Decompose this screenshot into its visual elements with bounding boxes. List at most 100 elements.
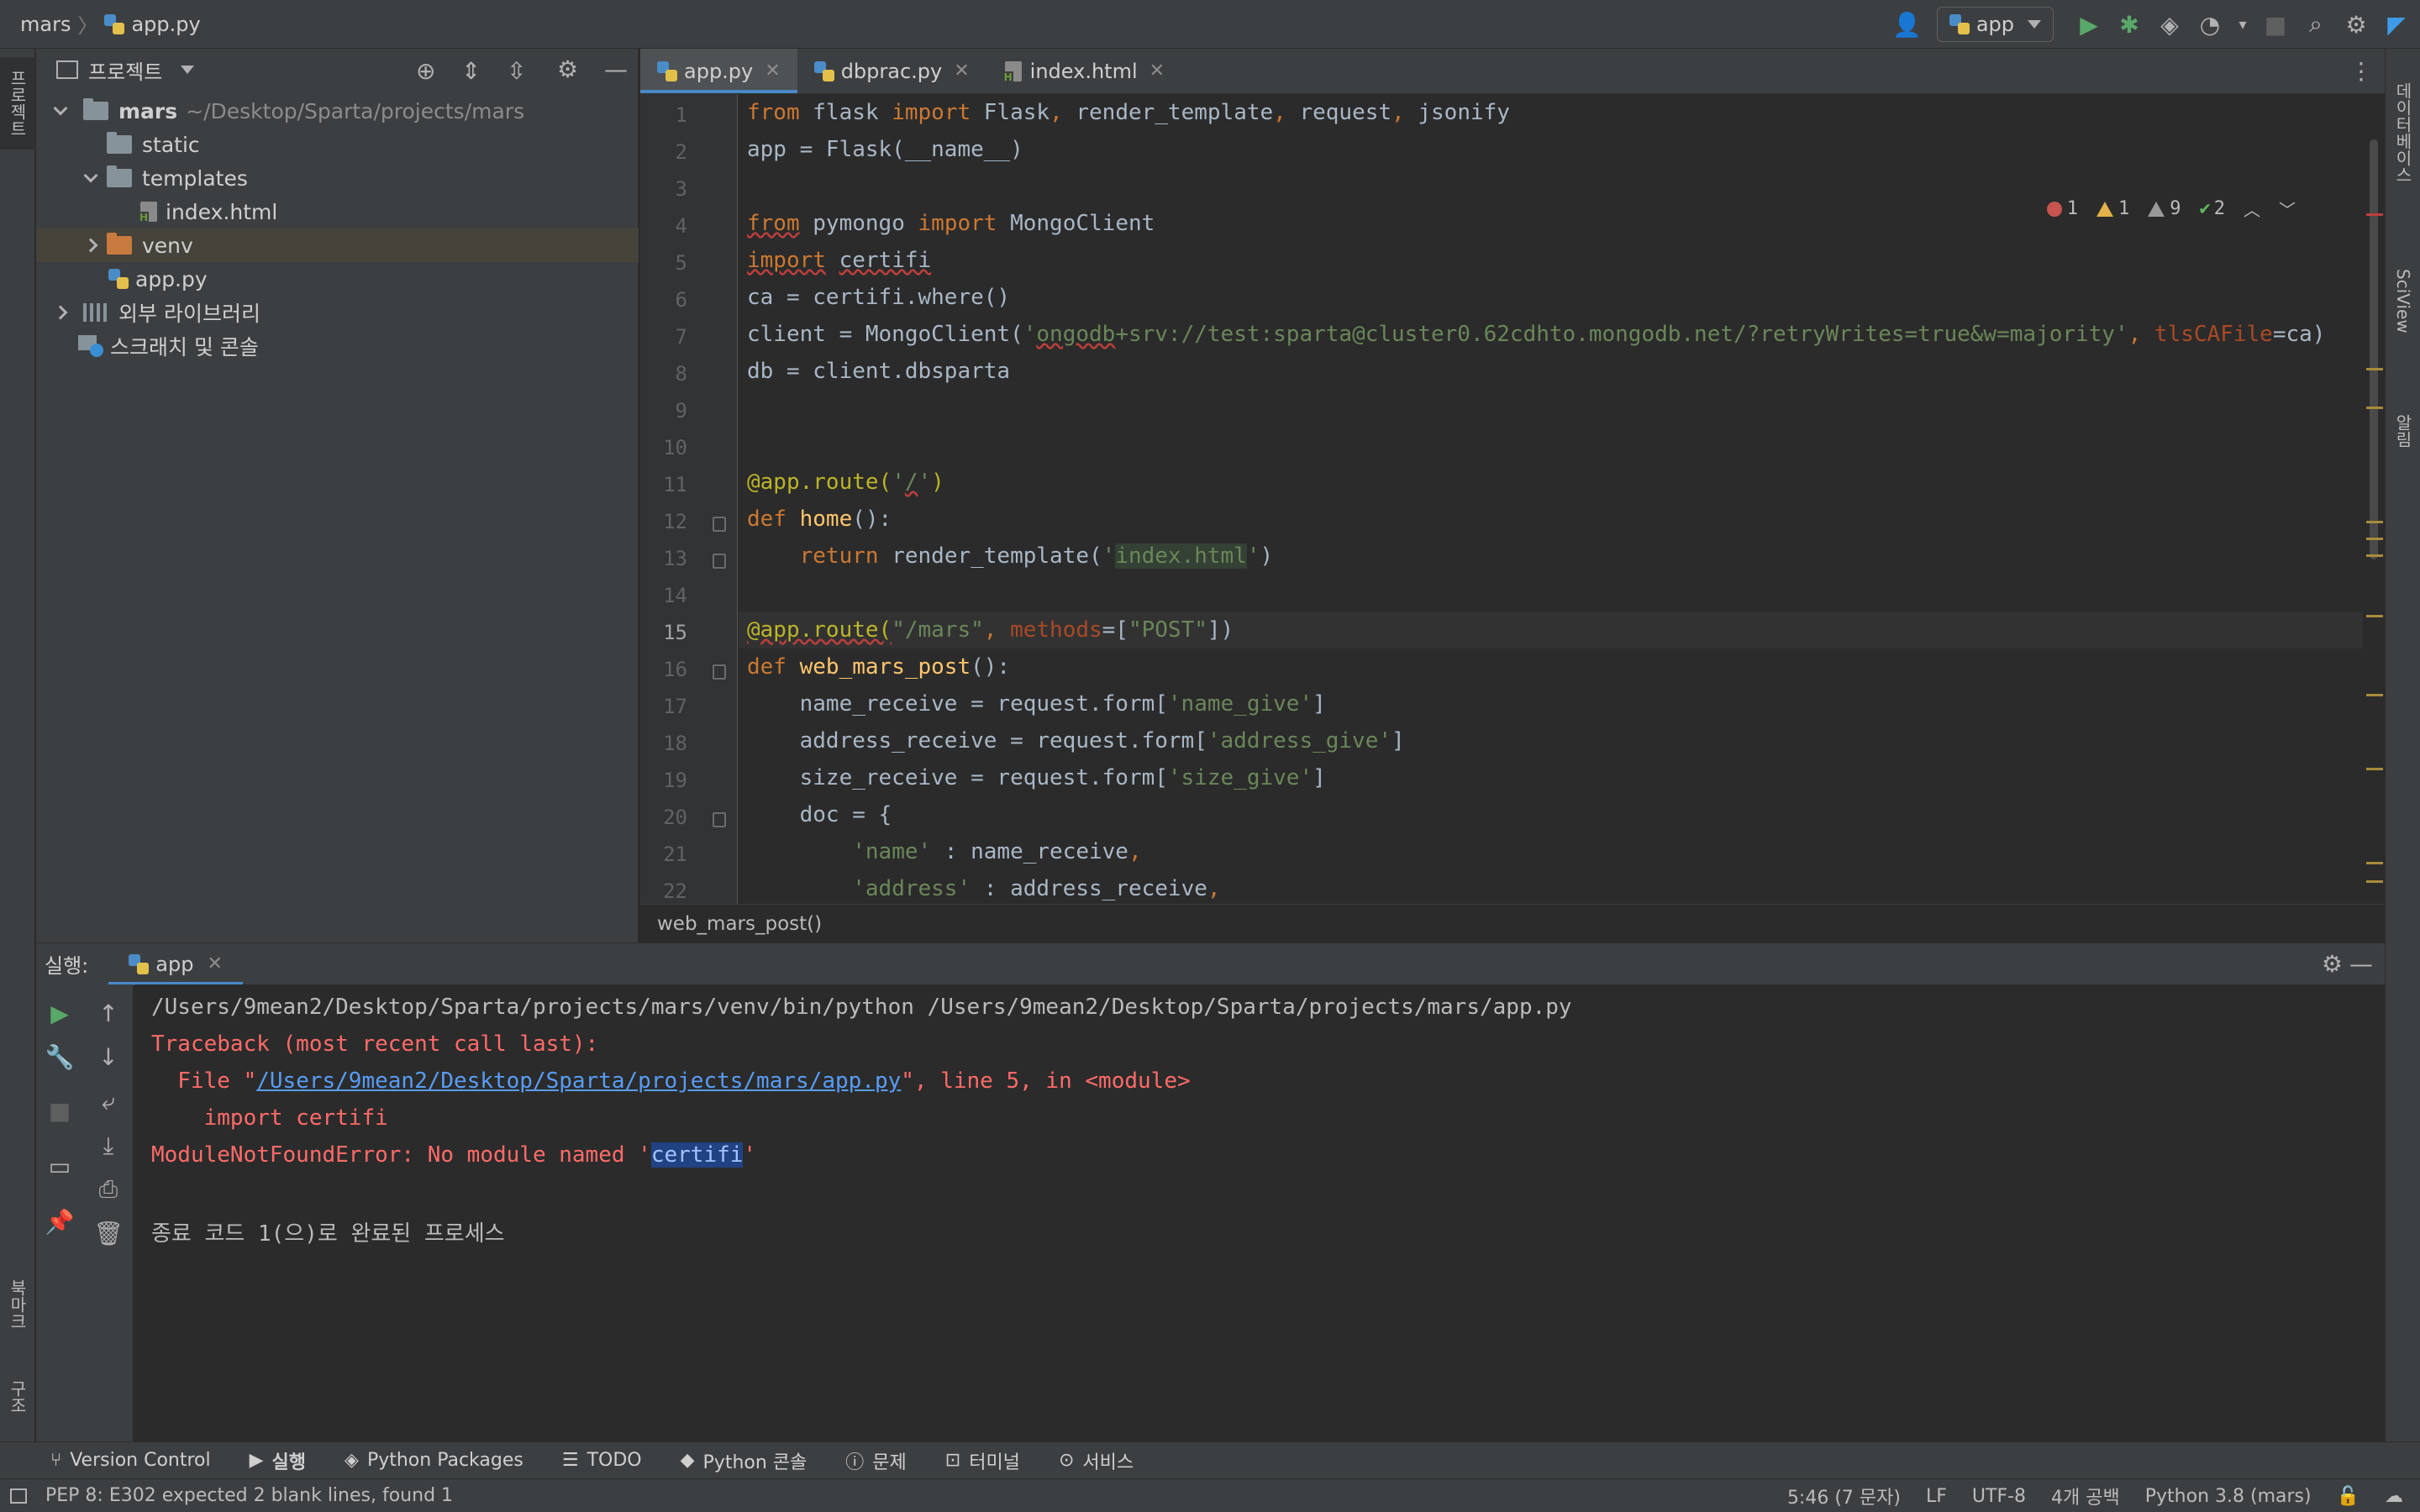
- wrench-icon[interactable]: 🔧: [43, 1040, 76, 1074]
- coverage-icon[interactable]: ◈: [2149, 4, 2190, 45]
- lock-icon[interactable]: 🔓: [2337, 1486, 2360, 1507]
- fold-marker-icon[interactable]: [713, 664, 726, 680]
- run-console[interactable]: /Users/9mean2/Desktop/Sparta/projects/ma…: [134, 984, 2385, 1441]
- hide-panel-icon[interactable]: —: [2349, 950, 2373, 978]
- profile-icon[interactable]: ◔: [2190, 4, 2230, 45]
- print-icon[interactable]: ⎙: [92, 1173, 125, 1206]
- breadcrumb-function[interactable]: web_mars_post(): [657, 913, 822, 935]
- warning-mark[interactable]: [2366, 615, 2383, 617]
- chevron-down-icon[interactable]: [181, 66, 195, 74]
- tool-todo[interactable]: ☰ TODO: [562, 1450, 642, 1471]
- fold-marker-icon[interactable]: [713, 554, 726, 569]
- run-tab-app[interactable]: app ✕: [108, 943, 243, 985]
- tree-item-scratches[interactable]: 스크래치 및 콘솔: [36, 329, 639, 363]
- warning-mark[interactable]: [2366, 694, 2383, 696]
- trash-icon[interactable]: 🗑: [92, 1216, 125, 1250]
- error-stripe[interactable]: [2363, 94, 2385, 904]
- tool-python-console[interactable]: ◆ Python 콘솔: [681, 1447, 808, 1474]
- tree-item-templates[interactable]: templates: [36, 161, 639, 195]
- run-icon[interactable]: ▶: [2069, 4, 2109, 45]
- ide-logo-icon[interactable]: ◤: [2376, 4, 2417, 45]
- close-icon[interactable]: ✕: [765, 60, 780, 81]
- search-icon[interactable]: ⌕: [2296, 4, 2336, 45]
- gear-icon[interactable]: ⚙: [2336, 4, 2376, 45]
- next-highlight-icon[interactable]: ﹀: [2279, 197, 2296, 221]
- tab-structure-tool[interactable]: 구조: [0, 1359, 35, 1435]
- account-icon[interactable]: 👤: [1878, 4, 1937, 45]
- tab-dbprac-py[interactable]: dbprac.py ✕: [797, 49, 986, 93]
- warning-mark[interactable]: [2366, 538, 2383, 540]
- line-number: 3: [675, 177, 687, 201]
- weak-warning-count: 9: [2148, 198, 2181, 219]
- arrow-down-icon[interactable]: ↓: [92, 1040, 125, 1074]
- expand-all-icon[interactable]: ⇕: [461, 57, 481, 85]
- rerun-icon[interactable]: ▶: [43, 996, 76, 1030]
- tree-item-index-html[interactable]: index.html: [36, 195, 639, 228]
- fold-marker-icon[interactable]: [713, 517, 726, 532]
- warning-mark[interactable]: [2366, 368, 2383, 370]
- project-panel-title[interactable]: 프로젝트: [88, 55, 162, 85]
- pin-icon[interactable]: 📌: [43, 1205, 76, 1238]
- tool-python-packages[interactable]: ◈ Python Packages: [345, 1450, 523, 1471]
- scroll-to-end-icon[interactable]: ⤓: [92, 1129, 125, 1163]
- line-number: 11: [663, 473, 687, 496]
- status-message[interactable]: PEP 8: E302 expected 2 blank lines, foun…: [45, 1485, 453, 1506]
- warning-mark[interactable]: [2366, 768, 2383, 770]
- nav-crumb-project[interactable]: mars: [20, 13, 71, 36]
- warning-mark[interactable]: [2366, 554, 2383, 557]
- status-encoding[interactable]: UTF-8: [1972, 1486, 2026, 1507]
- code-editor[interactable]: from flask import Flask, render_template…: [739, 94, 2363, 904]
- tool-terminal[interactable]: ⊡ 터미널: [945, 1447, 1020, 1474]
- close-icon[interactable]: ✕: [1150, 60, 1165, 81]
- tool-version-control[interactable]: ⑂ Version Control: [50, 1450, 211, 1471]
- tree-item-static[interactable]: static: [36, 128, 639, 161]
- traceback-file-link[interactable]: /Users/9mean2/Desktop/Sparta/projects/ma…: [256, 1068, 901, 1094]
- layout-icon[interactable]: ▭: [43, 1149, 76, 1183]
- fold-marker-icon[interactable]: [713, 812, 726, 827]
- collapse-all-icon[interactable]: ⇳: [507, 57, 526, 85]
- status-caret-position[interactable]: 5:46 (7 문자): [1787, 1483, 1901, 1509]
- status-line-separator[interactable]: LF: [1926, 1486, 1947, 1507]
- tab-project-tool[interactable]: 프로젝트: [0, 57, 35, 150]
- warning-mark[interactable]: [2366, 880, 2383, 883]
- inspection-widget[interactable]: 1 1 9 ✔ 2 ︿ ﹀: [2046, 197, 2296, 221]
- tree-item-external-libraries[interactable]: 외부 라이브러리: [36, 296, 639, 329]
- close-icon[interactable]: ✕: [207, 953, 222, 974]
- tab-app-py[interactable]: app.py ✕: [640, 49, 797, 93]
- debug-icon[interactable]: ✱: [2109, 4, 2149, 45]
- toggle-tool-windows-icon[interactable]: [10, 1488, 27, 1504]
- code-line: app = Flask(__name__): [747, 137, 1023, 162]
- tool-problems[interactable]: ⓘ 문제: [845, 1447, 907, 1474]
- hide-panel-icon[interactable]: —: [604, 55, 628, 83]
- more-run-chevron-icon[interactable]: ▾: [2230, 4, 2255, 45]
- status-interpreter[interactable]: Python 3.8 (mars): [2145, 1486, 2312, 1507]
- tab-index-html[interactable]: index.html ✕: [986, 49, 1181, 93]
- tool-run[interactable]: ▶ 실행: [250, 1447, 306, 1474]
- run-config-selector[interactable]: app: [1936, 7, 2054, 42]
- warning-mark[interactable]: [2366, 521, 2383, 523]
- status-indent[interactable]: 4개 공백: [2051, 1483, 2120, 1509]
- previous-highlight-icon[interactable]: ︿: [2244, 197, 2260, 221]
- tool-services[interactable]: ⊙ 서비스: [1059, 1447, 1134, 1474]
- more-options-icon[interactable]: ⋮: [2349, 57, 2373, 85]
- arrow-up-icon[interactable]: ↑: [92, 996, 125, 1030]
- locate-file-icon[interactable]: ⊕: [416, 57, 435, 85]
- close-icon[interactable]: ✕: [954, 60, 969, 81]
- gear-icon[interactable]: ⚙: [2322, 950, 2343, 978]
- warning-mark[interactable]: [2366, 407, 2383, 409]
- tree-item-app-py[interactable]: app.py: [36, 262, 639, 296]
- tab-sciview-tool[interactable]: SciView: [2386, 225, 2420, 376]
- soft-wrap-icon[interactable]: ⤶: [92, 1085, 125, 1119]
- python-run-icon: [1949, 14, 1970, 34]
- error-mark[interactable]: [2366, 213, 2383, 216]
- tab-notifications-tool[interactable]: 알림: [2386, 385, 2420, 477]
- warning-mark[interactable]: [2366, 862, 2383, 864]
- tab-database-tool[interactable]: 데이터베이스: [2386, 57, 2420, 208]
- tree-item-venv[interactable]: venv: [36, 228, 639, 262]
- tree-root-mars[interactable]: mars ~/Desktop/Sparta/projects/mars: [36, 94, 639, 128]
- gear-icon[interactable]: ⚙: [557, 55, 578, 83]
- vertical-scrollbar[interactable]: [2370, 139, 2378, 559]
- nav-crumb-file[interactable]: app.py: [104, 13, 201, 36]
- notifications-icon[interactable]: ☁: [2385, 1486, 2403, 1507]
- tab-bookmarks-tool[interactable]: 북마크: [0, 1258, 35, 1351]
